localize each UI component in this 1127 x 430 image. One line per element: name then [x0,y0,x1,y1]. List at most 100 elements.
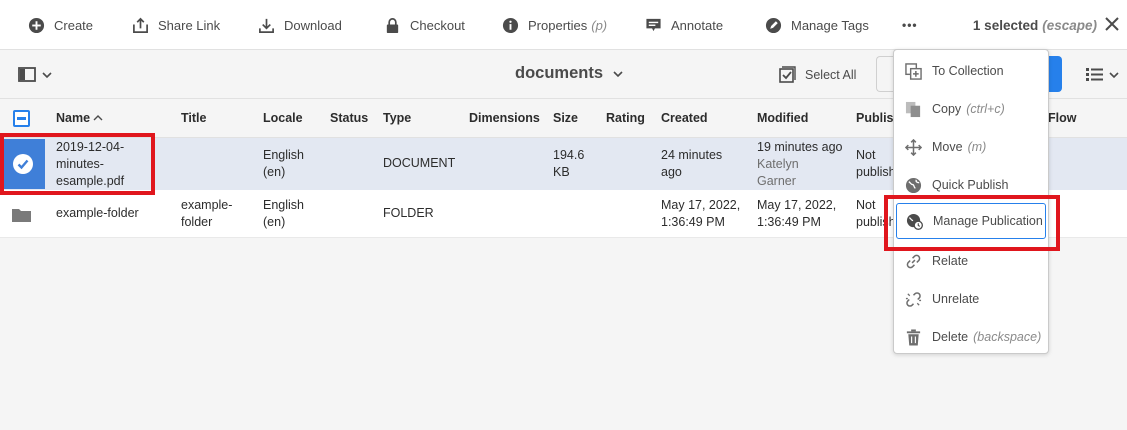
row-title: example- folder [181,197,232,231]
download-label: Download [284,17,342,33]
properties-button[interactable]: Properties (p) [502,0,607,50]
publish-line: publish [856,165,896,179]
created-line: 24 minutes [661,148,723,162]
copy-icon [905,101,921,117]
modified-time: 19 minutes ago [757,140,843,154]
publish-line: publish [856,215,896,229]
size-line: KB [553,165,570,179]
row-size: 194.6 KB [553,147,584,181]
locale-line: English [263,198,304,212]
manage-publication-label: Manage Publication [933,214,1043,228]
column-header-title[interactable]: Title [181,99,206,138]
column-name-label: Name [56,111,91,125]
row-publish: Not publish [856,147,896,181]
menu-item-relate[interactable]: Relate [894,243,1048,279]
add-to-collection-icon [905,62,922,80]
column-header-rating[interactable]: Rating [606,99,645,138]
download-button[interactable]: Download [258,0,342,50]
row-modified: 19 minutes ago Katelyn Garner [757,139,842,190]
action-bar: Create Share Link Download Checkout Prop… [0,0,1127,50]
created-line: 1:36:49 PM [661,215,725,229]
column-header-type[interactable]: Type [383,99,411,138]
to-collection-label: To Collection [932,64,1004,78]
link-icon [906,254,921,268]
info-icon [502,17,519,33]
row-type: FOLDER [383,206,434,220]
select-all-button[interactable]: Select All [779,66,856,83]
more-actions-button[interactable]: ••• [902,0,918,50]
created-line: May 17, 2022, [661,198,741,212]
menu-item-delete[interactable]: Delete (backspace) [894,319,1048,355]
manage-tags-button[interactable]: Manage Tags [765,0,869,50]
row-name[interactable]: example-folder [56,205,139,222]
column-header-name[interactable]: Name [56,99,103,138]
row-modified: May 17, 2022, 1:36:49 PM [757,197,836,231]
checkmark-icon [13,154,33,174]
trash-icon [906,328,921,346]
manage-publication-icon [906,213,923,230]
size-line: 194.6 [553,148,585,162]
copy-shortcut: (ctrl+c) [966,102,1005,116]
move-label: Move [932,140,963,154]
sort-ascending-icon [93,115,103,121]
menu-item-unrelate[interactable]: Unrelate [894,281,1048,317]
menu-item-move[interactable]: Move (m) [894,129,1048,165]
list-view-icon [1086,68,1103,81]
menu-item-quick-publish[interactable]: Quick Publish [894,167,1048,203]
share-link-button[interactable]: Share Link [132,0,220,50]
share-icon [133,17,148,33]
column-header-size[interactable]: Size [553,99,578,138]
locale-line: English [263,148,304,162]
name-line: 2019-12-04- [56,140,125,154]
publish-line: Not [856,148,876,162]
publish-line: Not [856,198,876,212]
create-button[interactable]: Create [28,0,93,50]
close-icon[interactable] [1103,15,1121,33]
quick-publish-label: Quick Publish [932,178,1009,192]
menu-item-copy[interactable]: Copy (ctrl+c) [894,91,1048,127]
locale-line: (en) [263,215,286,229]
rail-toggle-button[interactable] [18,67,52,82]
name-line: minutes- [56,157,104,171]
select-all-checkbox[interactable] [13,110,30,127]
chevron-down-icon [42,71,52,78]
annotate-label: Annotate [671,17,724,33]
view-switcher-button[interactable] [1086,67,1119,82]
properties-shortcut: (p) [591,17,608,33]
select-all-icon [779,66,796,83]
globe-icon [905,177,922,193]
modified-by: Katelyn [757,157,799,171]
unlink-icon [905,291,922,307]
name-line: esample.pdf [56,174,125,188]
row-locale: English (en) [263,197,304,231]
row-name[interactable]: 2019-12-04- minutes- esample.pdf [56,139,124,190]
column-header-workflow[interactable]: Flow [1048,99,1076,138]
column-header-created[interactable]: Created [661,99,708,138]
rail-icon [18,67,36,82]
share-link-label: Share Link [158,17,221,33]
column-header-dimensions[interactable]: Dimensions [469,99,540,138]
column-header-modified[interactable]: Modified [757,99,808,138]
row-selection-thumbnail[interactable] [1,139,45,189]
annotate-button[interactable]: Annotate [645,0,723,50]
manage-tags-label: Manage Tags [791,17,869,33]
more-actions-menu: To Collection Copy (ctrl+c) Move (m) Qui… [893,49,1049,354]
title-line: folder [181,215,213,229]
menu-item-to-collection[interactable]: To Collection [894,53,1048,89]
chevron-down-icon [613,70,623,77]
download-icon [259,18,274,33]
menu-item-manage-publication[interactable]: Manage Publication [896,203,1046,239]
create-label: Create [54,17,94,33]
column-header-status[interactable]: Status [330,99,368,138]
checkout-button[interactable]: Checkout [384,0,465,50]
locale-line: (en) [263,165,286,179]
column-header-locale[interactable]: Locale [263,99,303,138]
row-publish: Not publish [856,197,896,231]
lock-icon [386,17,399,33]
delete-label: Delete [932,330,969,344]
selection-count: 1 selected (escape) [973,0,1097,50]
created-line: ago [661,165,682,179]
escape-hint: (escape) [1042,17,1097,33]
secondary-button[interactable] [876,56,894,92]
folder-title[interactable]: documents [515,64,623,83]
